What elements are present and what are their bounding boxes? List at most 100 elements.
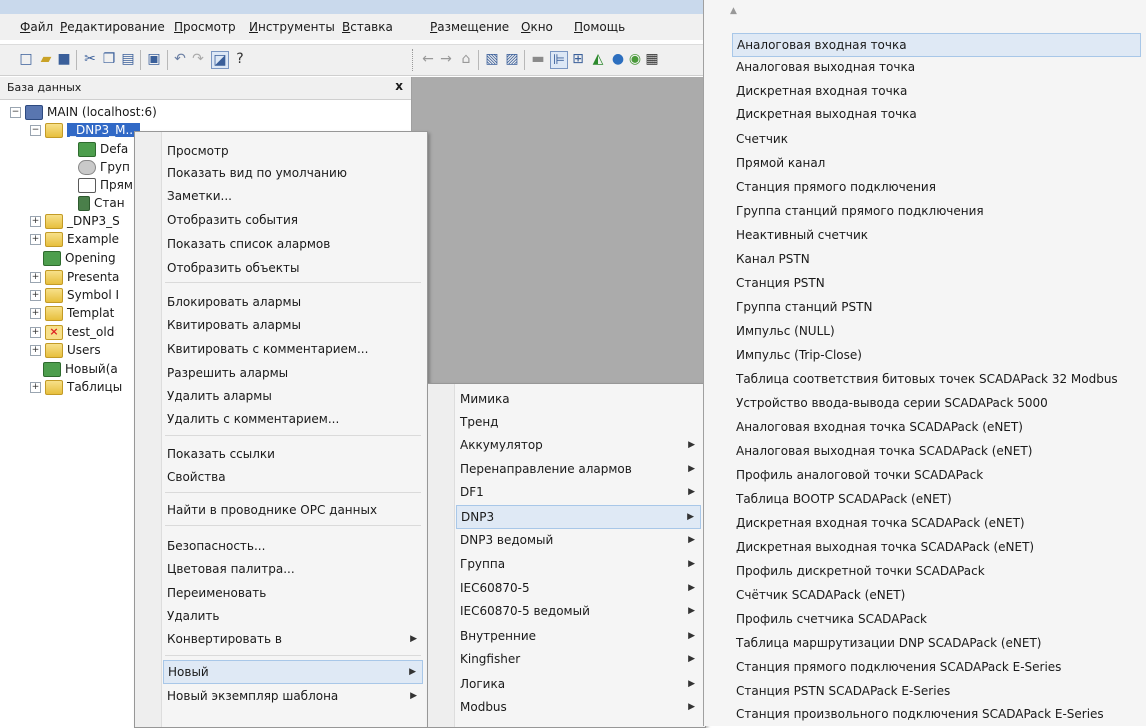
menu-item-notes[interactable]: Заметки...: [163, 185, 423, 207]
menu-item-scadapack32-bit-table[interactable]: Таблица соответствия битовых точек SCADA…: [732, 368, 1141, 390]
menu-item-df1[interactable]: DF1 ▶: [456, 481, 701, 503]
expand-icon[interactable]: +: [30, 290, 41, 301]
menu-item-digital-output[interactable]: Дискретная выходная точка: [732, 103, 1141, 125]
tree-node-tables[interactable]: + Таблицы: [30, 378, 122, 396]
menu-item-delete[interactable]: Удалить: [163, 605, 423, 627]
folder-icon[interactable]: ▬: [530, 51, 546, 67]
network-icon[interactable]: ◉: [627, 51, 643, 67]
menu-item-kingfisher[interactable]: Kingfisher ▶: [456, 648, 701, 670]
menu-layout[interactable]: Размещение: [430, 20, 509, 34]
menu-item-scadapack-bootp[interactable]: Таблица BOOTP SCADAPack (eNET): [732, 488, 1141, 510]
menu-item-scadapack-counter-profile[interactable]: Профиль счетчика SCADAPack: [732, 608, 1141, 630]
menu-item-security[interactable]: Безопасность...: [163, 535, 423, 557]
tree-node-direct[interactable]: Прям: [78, 176, 133, 194]
edit-icon[interactable]: ▧: [484, 51, 500, 67]
menu-item-dnp3-slave[interactable]: DNP3 ведомый ▶: [456, 529, 701, 551]
menu-item-new[interactable]: Новый ▶: [163, 660, 423, 684]
expand-icon[interactable]: +: [30, 382, 41, 393]
menu-item-scadapack-dnp-routing[interactable]: Таблица маршрутизации DNP SCADAPack (eNE…: [732, 632, 1141, 654]
menu-item-rename[interactable]: Переименовать: [163, 582, 423, 604]
menu-item-remove-comment[interactable]: Удалить с комментарием...: [163, 408, 423, 430]
scroll-up-icon[interactable]: ▲: [730, 6, 737, 16]
menu-item-dnp3[interactable]: DNP3 ▶: [456, 505, 701, 529]
menu-item-ack-comment[interactable]: Квитировать с комментарием...: [163, 338, 423, 360]
expand-icon[interactable]: +: [30, 234, 41, 245]
globe-icon[interactable]: ●: [610, 51, 626, 67]
shape-icon[interactable]: ◭: [590, 51, 606, 67]
menu-item-direct-channel[interactable]: Прямой канал: [732, 152, 1141, 174]
menu-item-events[interactable]: Отобразить события: [163, 209, 423, 231]
tree-view-icon[interactable]: ⊫: [550, 51, 568, 69]
home-icon[interactable]: ⌂: [458, 51, 474, 67]
toolbar-grip[interactable]: [412, 49, 416, 71]
menu-item-scadapack-digital-profile[interactable]: Профиль дискретной точки SCADAPack: [732, 560, 1141, 582]
menu-item-alarm-list[interactable]: Показать список алармов: [163, 233, 423, 255]
expand-icon[interactable]: +: [30, 308, 41, 319]
open-icon[interactable]: ▰: [38, 51, 54, 67]
menu-item-disable-alarms[interactable]: Блокировать алармы: [163, 291, 423, 313]
menu-item-inactive-counter[interactable]: Неактивный счетчик: [732, 224, 1141, 246]
copy-icon[interactable]: ❐: [101, 51, 117, 67]
tree-node-main[interactable]: − MAIN (localhost:6): [10, 103, 157, 121]
menu-item-eseries-dynamic-station[interactable]: Станция произвольного подключения SCADAP…: [732, 703, 1141, 725]
menu-item-remove-alarms[interactable]: Удалить алармы: [163, 385, 423, 407]
menu-item-eseries-pstn-station[interactable]: Станция PSTN SCADAPack E-Series: [732, 680, 1141, 702]
menu-item-iec60870[interactable]: IEC60870-5 ▶: [456, 577, 701, 599]
back-icon[interactable]: ←: [420, 51, 436, 67]
paste-icon[interactable]: ▤: [120, 51, 136, 67]
tree-node-new[interactable]: Новый(а: [43, 360, 118, 378]
menu-item-analog-input[interactable]: Аналоговая входная точка: [732, 33, 1141, 57]
menu-item-scadapack-digital-input[interactable]: Дискретная входная точка SCADAPack (eNET…: [732, 512, 1141, 534]
tree-node-presentation[interactable]: + Presenta: [30, 268, 119, 286]
menu-insert[interactable]: Вставка: [342, 20, 393, 34]
menu-view[interactable]: Просмотр: [174, 20, 236, 34]
tree-node-dnp3-slave[interactable]: + _DNP3_S: [30, 212, 120, 230]
menu-item-pstn-channel[interactable]: Канал PSTN: [732, 248, 1141, 270]
menu-item-direct-station-group[interactable]: Группа станций прямого подключения: [732, 200, 1141, 222]
collapse-icon[interactable]: −: [10, 107, 21, 118]
menu-item-pstn-station[interactable]: Станция PSTN: [732, 272, 1141, 294]
menu-item-direct-station[interactable]: Станция прямого подключения: [732, 176, 1141, 198]
menu-file[interactable]: Файл: [20, 20, 53, 34]
menu-item-enable-alarms[interactable]: Разрешить алармы: [163, 362, 423, 384]
menu-item-objects[interactable]: Отобразить объекты: [163, 257, 423, 279]
tree-node-example[interactable]: + Example: [30, 230, 119, 248]
print-icon[interactable]: ▣: [146, 51, 162, 67]
tree-node-group[interactable]: Груп: [78, 158, 130, 176]
redo-icon[interactable]: ↷: [190, 51, 206, 67]
menu-item-logic[interactable]: Логика ▶: [456, 673, 701, 695]
menu-item-find-opc[interactable]: Найти в проводнике OPC данных: [163, 499, 423, 521]
save-icon[interactable]: ■: [56, 51, 72, 67]
expand-icon[interactable]: +: [30, 216, 41, 227]
menu-item-convert[interactable]: Конвертировать в ▶: [163, 628, 423, 650]
menu-item-digital-input[interactable]: Дискретная входная точка: [732, 80, 1141, 102]
menu-item-scadapack-analog-output[interactable]: Аналоговая выходная точка SCADAPack (eNE…: [732, 440, 1141, 462]
tree-node-station[interactable]: Стан: [78, 194, 125, 212]
cut-icon[interactable]: ✂: [82, 51, 98, 67]
menu-item-scadapack-counter[interactable]: Счётчик SCADAPack (eNET): [732, 584, 1141, 606]
menu-help[interactable]: Помощь: [574, 20, 625, 34]
expand-icon[interactable]: +: [30, 327, 41, 338]
menu-item-modbus[interactable]: Modbus ▶: [456, 696, 701, 718]
menu-item-scadapack-analog-profile[interactable]: Профиль аналоговой точки SCADAPack: [732, 464, 1141, 486]
menu-item-eseries-direct-station[interactable]: Станция прямого подключения SCADAPack E-…: [732, 656, 1141, 678]
menu-item-color-palette[interactable]: Цветовая палитра...: [163, 558, 423, 580]
design-mode-icon[interactable]: ◪: [211, 51, 229, 69]
undo-icon[interactable]: ↶: [172, 51, 188, 67]
expand-icon[interactable]: +: [30, 345, 41, 356]
menu-item-ack-alarms[interactable]: Квитировать алармы: [163, 314, 423, 336]
menu-item-properties[interactable]: Свойства: [163, 466, 423, 488]
expand-icon[interactable]: +: [30, 272, 41, 283]
menu-item-pulse-trip-close[interactable]: Импульс (Trip-Close): [732, 344, 1141, 366]
menu-item-new-template-instance[interactable]: Новый экземпляр шаблона ▶: [163, 685, 423, 707]
more-icon[interactable]: ▦: [644, 51, 660, 67]
tree-node-templates[interactable]: + Templat: [30, 304, 114, 322]
menu-item-mimic[interactable]: Мимика: [456, 388, 701, 410]
help-icon[interactable]: ?: [232, 51, 248, 67]
tree-node-users[interactable]: + Users: [30, 341, 101, 359]
menu-item-group[interactable]: Группа ▶: [456, 553, 701, 575]
menu-item-analog-output[interactable]: Аналоговая выходная точка: [732, 56, 1141, 78]
tree-node-dnp3-master[interactable]: − _DNP3_M...: [30, 121, 140, 139]
menu-item-scadapack5000-io[interactable]: Устройство ввода-вывода серии SCADAPack …: [732, 392, 1141, 414]
menu-item-scadapack-analog-input[interactable]: Аналоговая входная точка SCADAPack (eNET…: [732, 416, 1141, 438]
